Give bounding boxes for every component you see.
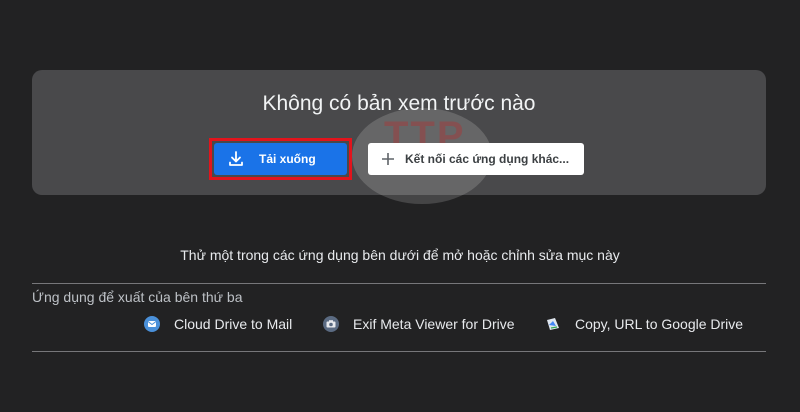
- connect-apps-label: Kết nối các ứng dụng khác...: [405, 152, 570, 166]
- download-button-label: Tải xuống: [259, 152, 316, 166]
- camera-app-icon: [323, 316, 339, 332]
- plus-icon: [381, 152, 395, 166]
- no-preview-card: Không có bản xem trước nào TTP Tải xuống…: [32, 70, 766, 204]
- download-icon: [227, 150, 245, 168]
- divider-bottom: [32, 351, 766, 352]
- app-copy-url-to-drive[interactable]: Copy, URL to Google Drive: [545, 316, 743, 332]
- app-cloud-drive-to-mail[interactable]: Cloud Drive to Mail: [144, 316, 292, 332]
- drive-copy-app-icon: [545, 316, 561, 332]
- connect-apps-button[interactable]: Kết nối các ứng dụng khác...: [368, 143, 584, 175]
- mail-app-icon: [144, 316, 160, 332]
- instruction-text: Thử một trong các ứng dụng bên dưới để m…: [180, 247, 620, 263]
- download-button[interactable]: Tải xuống: [214, 143, 347, 175]
- app-exif-meta-viewer[interactable]: Exif Meta Viewer for Drive: [323, 316, 515, 332]
- suggested-apps-label: Ứng dụng để xuất của bên thứ ba: [32, 289, 243, 305]
- app-name: Copy, URL to Google Drive: [575, 316, 744, 332]
- app-name: Cloud Drive to Mail: [174, 316, 293, 332]
- app-name: Exif Meta Viewer for Drive: [353, 316, 515, 332]
- divider-top: [32, 283, 766, 284]
